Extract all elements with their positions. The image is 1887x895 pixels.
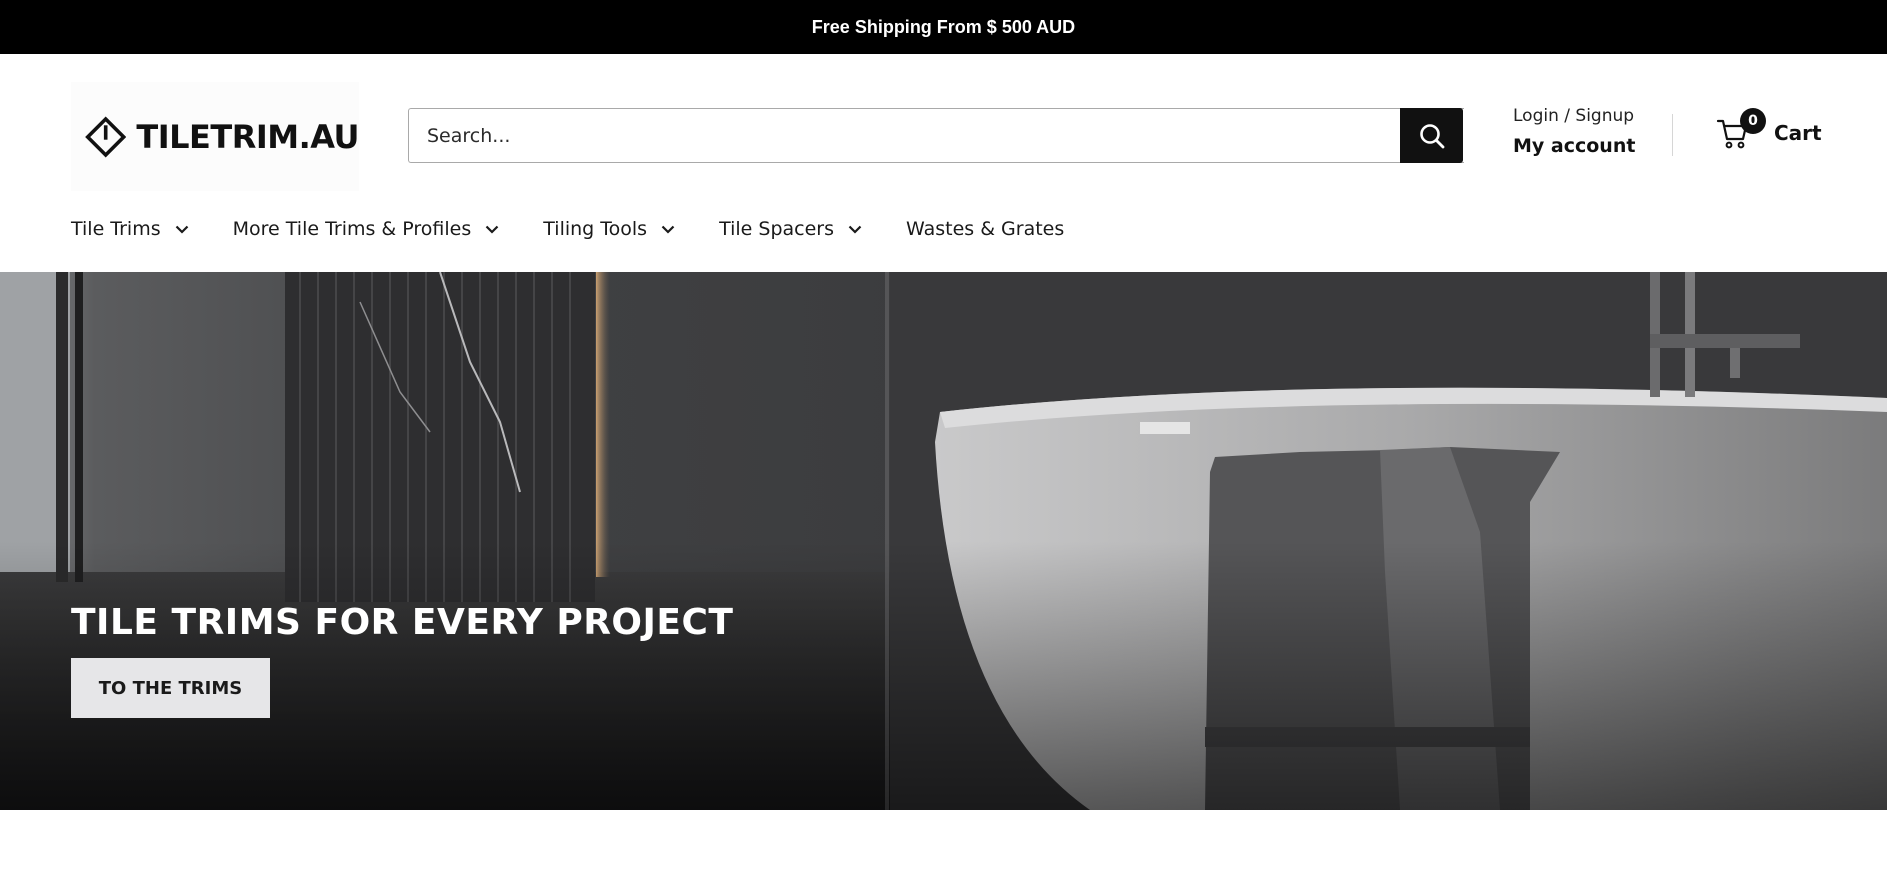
chevron-down-icon [485,225,499,234]
nav-item-tile-spacers[interactable]: Tile Spacers [719,218,862,240]
hero-title: TILE TRIMS FOR EVERY PROJECT [71,602,734,643]
nav-item-label: Tiling Tools [543,218,648,240]
nav-item-label: Tile Spacers [719,218,834,240]
main-nav: Tile Trims More Tile Trims & Profiles Ti… [71,218,1108,240]
chevron-down-icon [175,225,188,234]
cart-count-badge: 0 [1740,108,1766,134]
site-logo[interactable]: TILETRIM.AU [71,82,359,191]
cart-label: Cart [1774,121,1822,145]
nav-item-wastes-grates[interactable]: Wastes & Grates [906,218,1064,240]
nav-item-label: Wastes & Grates [906,218,1065,240]
search-box [408,108,1464,163]
nav-item-tiling-tools[interactable]: Tiling Tools [543,218,675,240]
hero-banner: TILE TRIMS FOR EVERY PROJECT TO THE TRIM… [0,272,1887,810]
header-divider [1672,114,1673,156]
cart-link[interactable]: 0 Cart [1716,108,1822,150]
chevron-down-icon [848,225,862,234]
nav-item-label: More Tile Trims & Profiles [232,218,472,240]
my-account-link[interactable]: My account [1513,135,1635,157]
chevron-down-icon [661,225,675,234]
search-button[interactable] [1400,108,1463,163]
site-header: TILETRIM.AU Login / Signup My account 0 … [0,54,1887,273]
logo-text: TILETRIM.AU [136,117,359,156]
diamond-logo-icon [85,115,127,158]
login-signup-link[interactable]: Login / Signup [1513,106,1635,126]
account-links: Login / Signup My account [1513,106,1635,157]
nav-item-more-tile-trims[interactable]: More Tile Trims & Profiles [233,218,500,240]
to-the-trims-button[interactable]: TO THE TRIMS [71,658,270,718]
nav-item-label: Tile Trims [71,218,161,240]
search-icon [1419,123,1444,148]
announcement-text: Free Shipping From $ 500 AUD [811,16,1076,37]
hero-image [0,272,1887,810]
announcement-bar: Free Shipping From $ 500 AUD [0,0,1887,54]
search-input[interactable] [409,109,1464,162]
nav-item-tile-trims[interactable]: Tile Trims [71,218,189,240]
